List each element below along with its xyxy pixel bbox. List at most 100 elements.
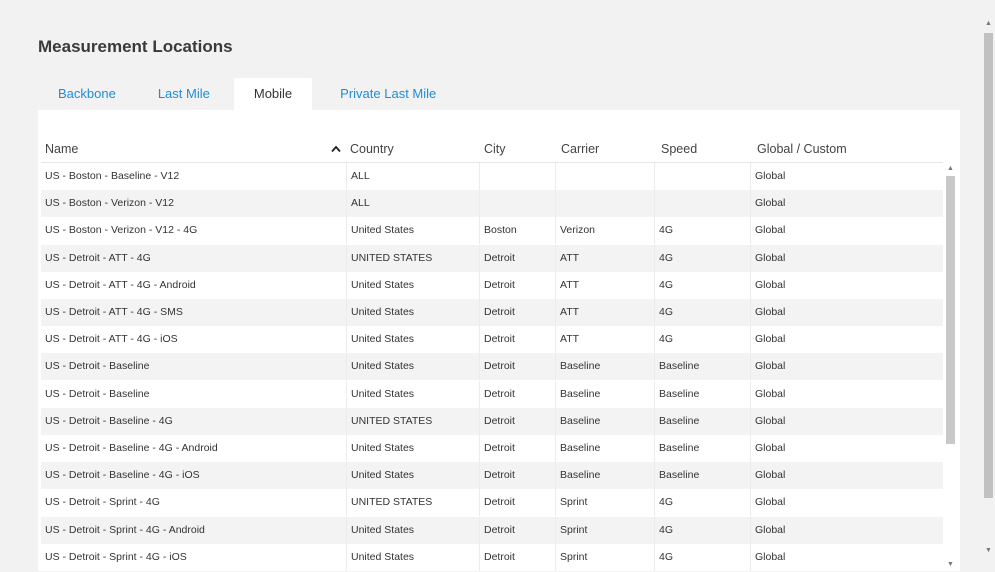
tab-backbone[interactable]: Backbone [38, 78, 136, 110]
cell-name: US - Detroit - Baseline - 4G - Android [45, 442, 218, 454]
table-scrollbar[interactable]: ▲ ▼ [943, 162, 956, 571]
cell-name: US - Boston - Verizon - V12 - 4G [45, 224, 198, 237]
cell-carrier: Sprint [555, 543, 654, 571]
column-header-speed[interactable]: Speed [661, 136, 751, 162]
cell-country: United States [346, 326, 479, 354]
cell-global: Global [750, 407, 943, 435]
cell-speed: 4G [654, 543, 750, 571]
cell-global: Global [750, 435, 943, 462]
table-row[interactable]: US - Detroit - Sprint - 4G UNITED STATES D… [41, 489, 943, 517]
cell-speed: 4G [654, 299, 750, 326]
locations-table-panel: Name Country City Carrier Speed Global /… [38, 110, 960, 571]
cell-speed: 4G [654, 271, 750, 299]
table-row[interactable]: US - Detroit - Baseline - 4G - iOS United… [41, 462, 943, 490]
page-title: Measurement Locations [38, 37, 233, 56]
cell-name: US - Detroit - Baseline - 4G - iOS [45, 469, 200, 482]
table-row[interactable]: US - Detroit - Baseline - 4G - Android Un… [41, 435, 943, 462]
page-scroll-up-icon[interactable]: ▲ [984, 19, 993, 28]
table-row[interactable]: US - Detroit - Sprint - 4G - Android Unit… [41, 516, 943, 544]
table-row[interactable]: US - Detroit - Baseline - 4G UNITED STATE… [41, 407, 943, 435]
cell-speed: Baseline [654, 407, 750, 435]
page-scroll-down-icon[interactable]: ▼ [984, 546, 993, 555]
tab-private-last-mile[interactable]: Private Last Mile [312, 78, 456, 110]
cell-global: Global [750, 516, 943, 544]
chevron-up-icon[interactable] [331, 144, 341, 154]
column-header-global-custom[interactable]: Global / Custom [757, 136, 937, 162]
cell-city: Detroit [479, 380, 555, 408]
cell-name: US - Detroit - ATT - 4G - Android [45, 278, 196, 291]
column-header-carrier[interactable]: Carrier [561, 136, 651, 162]
page-scrollbar[interactable]: ▲ ▼ [982, 5, 994, 571]
table-row[interactable]: US - Boston - Baseline - V12 ALL Global [41, 163, 943, 190]
table-row[interactable]: US - Detroit - ATT - 4G - SMS United Stat… [41, 299, 943, 326]
page-scrollbar-thumb[interactable] [984, 33, 993, 498]
cell-city: Detroit [479, 543, 555, 571]
table-header: Name Country City Carrier Speed Global /… [38, 136, 960, 162]
cell-carrier: Baseline [555, 435, 654, 462]
cell-speed: Baseline [654, 353, 750, 381]
cell-name: US - Detroit - ATT - 4G - SMS [45, 306, 183, 318]
cell-carrier: ATT [555, 244, 654, 272]
table-scrollbar-thumb[interactable] [946, 176, 955, 444]
cell-speed: 4G [654, 217, 750, 245]
tab-bar: Backbone Last Mile Mobile Private Last M… [38, 78, 456, 110]
cell-country: UNITED STATES [346, 244, 479, 272]
cell-global: Global [750, 244, 943, 272]
cell-carrier: Baseline [555, 462, 654, 490]
table-row[interactable]: US - Boston - Verizon - V12 - 4G United S… [41, 217, 943, 245]
cell-country: UNITED STATES [346, 407, 479, 435]
table-row[interactable]: US - Detroit - Sprint - 4G - iOS United S… [41, 543, 943, 571]
table-body: US - Boston - Baseline - V12 ALL Global US … [41, 162, 943, 572]
cell-name: US - Detroit - ATT - 4G [45, 251, 151, 264]
cell-global: Global [750, 190, 943, 218]
cell-city: Detroit [479, 435, 555, 462]
table-row[interactable]: US - Detroit - ATT - 4G UNITED STATES Detr… [41, 244, 943, 272]
cell-city: Detroit [479, 271, 555, 299]
cell-speed: 4G [654, 516, 750, 544]
cell-name: US - Detroit - ATT - 4G - iOS [45, 333, 178, 346]
cell-name: US - Detroit - Baseline [45, 360, 150, 373]
cell-name: US - Boston - Baseline - V12 [45, 170, 180, 182]
cell-city: Detroit [479, 353, 555, 381]
cell-global: Global [750, 462, 943, 490]
cell-carrier: Sprint [555, 516, 654, 544]
cell-country: United States [346, 299, 479, 326]
cell-name: US - Detroit - Baseline [45, 387, 150, 400]
table-row[interactable]: US - Detroit - Baseline United States Detr… [41, 380, 943, 408]
cell-carrier: ATT [555, 271, 654, 299]
column-header-country[interactable]: Country [350, 136, 475, 162]
tab-last-mile[interactable]: Last Mile [136, 78, 234, 110]
cell-city: Boston [479, 217, 555, 245]
cell-country: United States [346, 516, 479, 544]
cell-speed: Baseline [654, 462, 750, 490]
cell-country: United States [346, 217, 479, 245]
cell-name: US - Detroit - Baseline - 4G [45, 414, 173, 427]
table-row[interactable]: US - Detroit - ATT - 4G - iOS United Stat… [41, 326, 943, 354]
cell-country: United States [346, 462, 479, 490]
cell-carrier: Sprint [555, 489, 654, 517]
cell-carrier [555, 163, 654, 190]
cell-country: United States [346, 435, 479, 462]
column-header-name[interactable]: Name [45, 136, 325, 162]
cell-city: Detroit [479, 489, 555, 517]
cell-carrier: Baseline [555, 380, 654, 408]
scroll-up-arrow-icon[interactable]: ▲ [946, 164, 955, 173]
table-row[interactable]: US - Boston - Verizon - V12 ALL Global [41, 190, 943, 218]
cell-name: US - Boston - Verizon - V12 [45, 197, 174, 210]
cell-country: United States [346, 380, 479, 408]
cell-country: United States [346, 271, 479, 299]
cell-carrier: Baseline [555, 407, 654, 435]
cell-global: Global [750, 271, 943, 299]
cell-city: Detroit [479, 326, 555, 354]
cell-city: Detroit [479, 407, 555, 435]
scroll-down-arrow-icon[interactable]: ▼ [946, 560, 955, 569]
measurement-locations-page: Measurement Locations Backbone Last Mile… [20, 5, 978, 571]
table-row[interactable]: US - Detroit - Baseline United States Detr… [41, 353, 943, 381]
cell-city [479, 163, 555, 190]
column-header-city[interactable]: City [484, 136, 554, 162]
cell-carrier: ATT [555, 326, 654, 354]
table-row[interactable]: US - Detroit - ATT - 4G - Android United … [41, 271, 943, 299]
tab-mobile[interactable]: Mobile [233, 78, 313, 110]
cell-city: Detroit [479, 462, 555, 490]
cell-global: Global [750, 163, 943, 190]
